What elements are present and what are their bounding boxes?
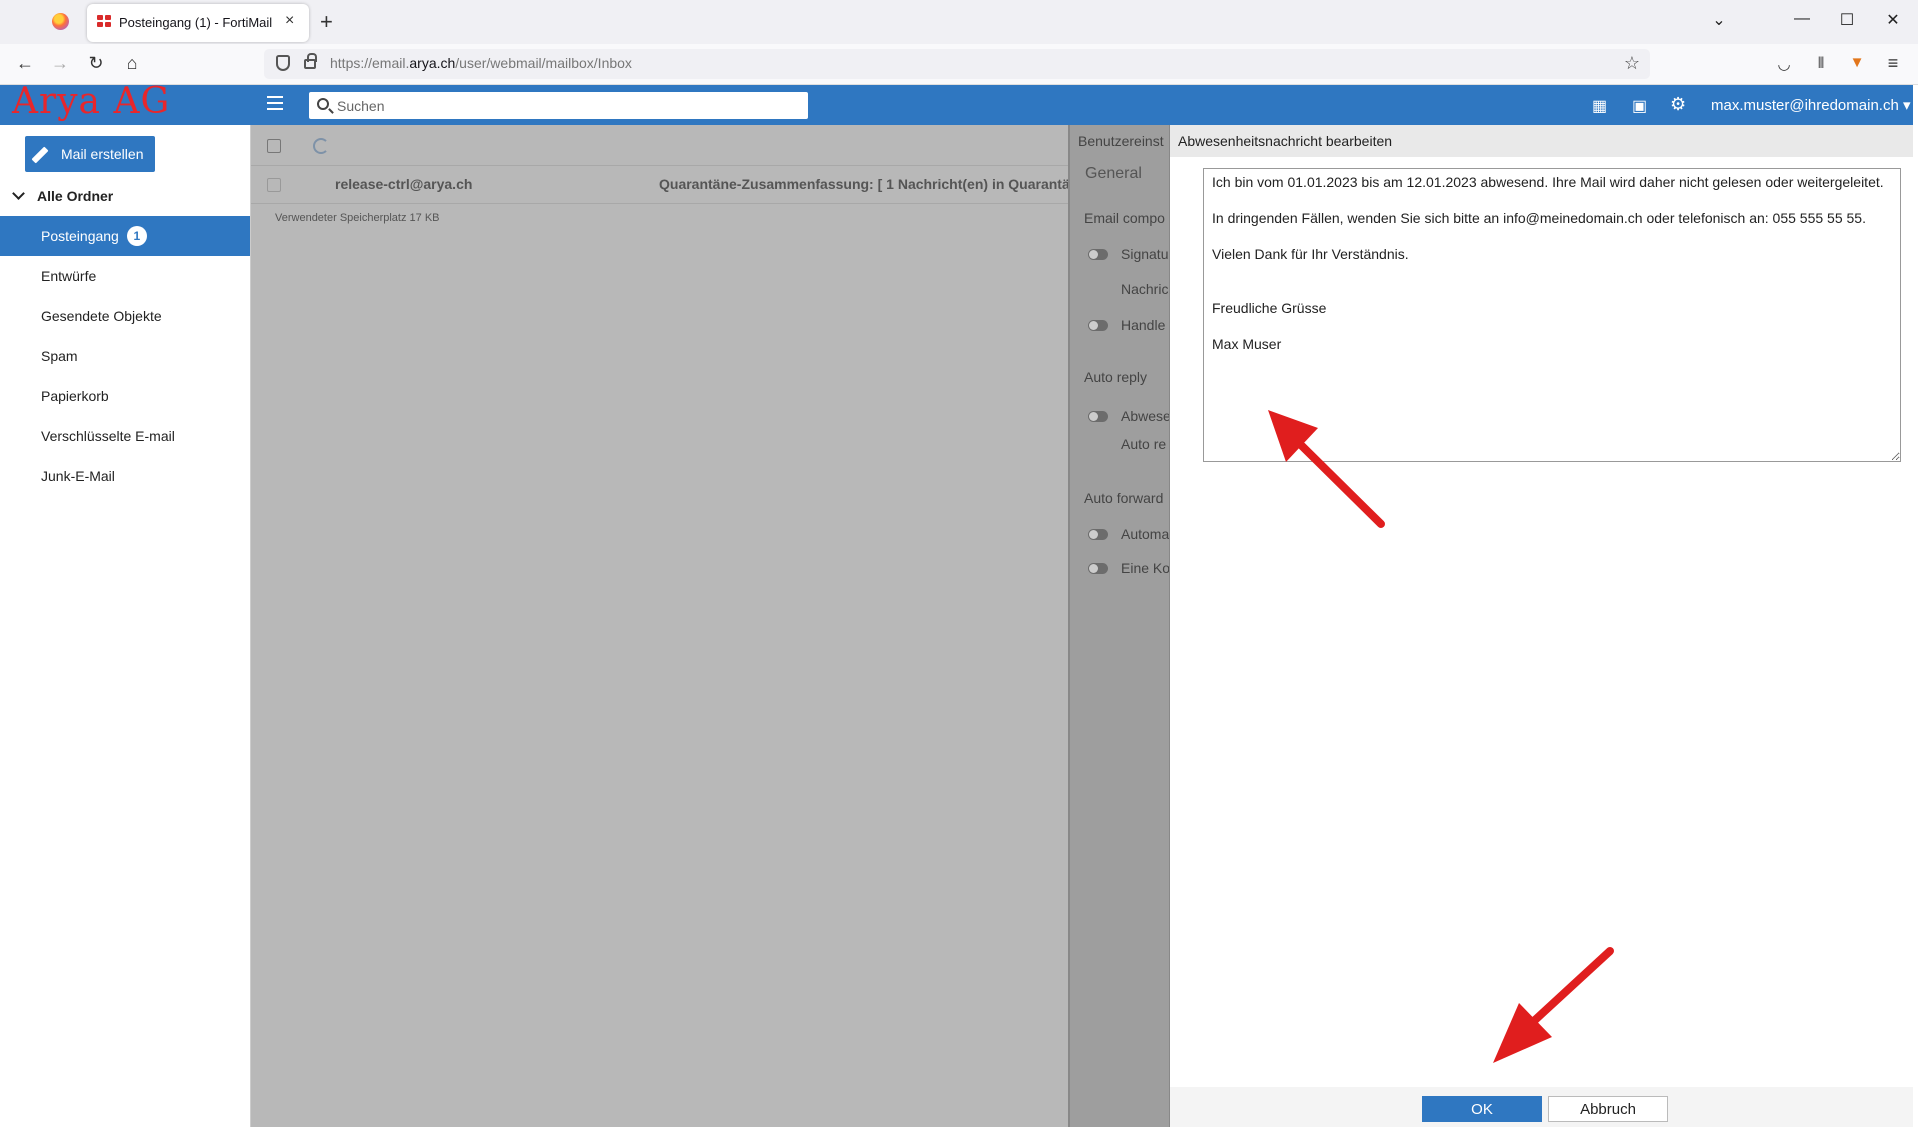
- arya-logo: Arya AG: [12, 81, 171, 122]
- storage-usage: Verwendeter Speicherplatz 17 KB: [275, 212, 440, 224]
- chevron-down-icon: [12, 187, 25, 200]
- pocket-icon[interactable]: ◡: [1773, 55, 1795, 73]
- section-email-compose: Email compo: [1084, 210, 1165, 226]
- firefox-icon: [52, 13, 69, 30]
- nachricht-label: Nachric: [1121, 281, 1169, 297]
- refresh-icon[interactable]: [313, 138, 329, 154]
- dialog-title: Abwesenheitsnachricht bearbeiten: [1178, 133, 1393, 149]
- window-edge: [1913, 85, 1918, 1127]
- browser-tab-active[interactable]: Posteingang (1) - FortiMail ×: [87, 4, 309, 42]
- handle-toggle[interactable]: [1088, 320, 1108, 331]
- user-menu[interactable]: max.muster@ihredomain.ch ▾: [1711, 96, 1911, 114]
- dialog-header: Abwesenheitsnachricht bearbeiten: [1170, 125, 1918, 157]
- url-bar[interactable]: https://email.arya.ch/user/webmail/mailb…: [264, 49, 1650, 79]
- folder-label: Verschlüsselte E-mail: [41, 428, 175, 444]
- back-icon[interactable]: ←: [14, 53, 36, 74]
- sidebar: Mail erstellen Alle Ordner Posteingang 1 …: [0, 125, 250, 1127]
- folder-label: Gesendete Objekte: [41, 308, 162, 324]
- out-of-office-message-textarea[interactable]: Ich bin vom 01.01.2023 bis am 12.01.2023…: [1203, 168, 1901, 462]
- metamask-fox-icon[interactable]: ▼: [1846, 54, 1868, 71]
- ok-button[interactable]: OK: [1422, 1096, 1542, 1122]
- tab-general[interactable]: General: [1085, 165, 1142, 183]
- compose-label: Mail erstellen: [61, 146, 144, 162]
- abwesend-label: Abwese: [1121, 408, 1169, 424]
- message-sender: release-ctrl@arya.ch: [335, 176, 473, 192]
- message-subject: Quarantäne-Zusammenfassung: [ 1 Nachrich…: [659, 176, 1098, 192]
- eine-kopie-toggle[interactable]: [1088, 563, 1108, 574]
- mail-list-panel: release-ctrl@arya.ch Quarantäne-Zusammen…: [251, 125, 1098, 1127]
- folder-label: Entwürfe: [41, 268, 97, 284]
- unread-badge: 1: [126, 226, 147, 246]
- sidebar-item-posteingang[interactable]: Posteingang 1: [0, 216, 250, 256]
- sidebar-item-entwuerfe[interactable]: Entwürfe: [0, 256, 250, 296]
- new-tab-button[interactable]: +: [320, 9, 333, 35]
- window-close-icon[interactable]: ✕: [1882, 10, 1904, 30]
- tab-list-chevron-icon[interactable]: ⌄: [1708, 10, 1730, 30]
- tab-title: Posteingang (1) - FortiMail: [119, 15, 273, 30]
- all-folders-toggle[interactable]: Alle Ordner: [12, 187, 113, 204]
- fortimail-favicon-icon: [97, 15, 113, 29]
- search-box[interactable]: [309, 92, 808, 119]
- calendar-icon[interactable]: ▦: [1592, 96, 1607, 116]
- tab-close-icon[interactable]: ×: [285, 12, 294, 30]
- hamburger-icon[interactable]: [267, 96, 283, 110]
- settings-title: Benutzereinst: [1078, 133, 1164, 149]
- sidebar-item-papierkorb[interactable]: Papierkorb: [0, 376, 250, 416]
- abwesend-toggle[interactable]: [1088, 411, 1108, 422]
- section-auto-reply: Auto reply: [1084, 369, 1148, 385]
- cancel-button[interactable]: Abbruch: [1548, 1096, 1668, 1122]
- sidebar-item-spam[interactable]: Spam: [0, 336, 250, 376]
- settings-panel: Benutzereinst General Email compo Signat…: [1068, 125, 1169, 1127]
- sidebar-item-gesendete-objekte[interactable]: Gesendete Objekte: [0, 296, 250, 336]
- folder-label: Spam: [41, 348, 78, 364]
- maximize-icon[interactable]: ☐: [1836, 10, 1858, 30]
- bookmark-star-icon[interactable]: ☆: [1624, 53, 1640, 74]
- sidebar-item-junk-email[interactable]: Junk-E-Mail: [0, 456, 250, 496]
- browser-nav-bar: ← → ↻ ⌂ https://email.arya.ch/user/webma…: [0, 44, 1918, 85]
- contacts-icon[interactable]: ▣: [1632, 96, 1647, 116]
- auto-forward-toggle[interactable]: [1088, 529, 1108, 540]
- out-of-office-dialog: Abwesenheitsnachricht bearbeiten Ich bin…: [1169, 125, 1918, 1127]
- shield-icon[interactable]: [276, 55, 290, 71]
- compose-mail-button[interactable]: Mail erstellen: [25, 136, 155, 172]
- table-row[interactable]: release-ctrl@arya.ch Quarantäne-Zusammen…: [251, 166, 1098, 204]
- url-text[interactable]: https://email.arya.ch/user/webmail/mailb…: [330, 55, 632, 71]
- signature-toggle[interactable]: [1088, 249, 1108, 260]
- search-icon: [317, 98, 329, 110]
- search-input[interactable]: [337, 92, 797, 119]
- forward-icon[interactable]: →: [49, 53, 71, 74]
- auto-forward-label: Automa: [1121, 526, 1169, 542]
- dialog-footer: OK Abbruch: [1170, 1087, 1918, 1127]
- section-auto-forward: Auto forward: [1084, 490, 1164, 506]
- browser-tab-bar: Posteingang (1) - FortiMail × + ⌄ — ☐ ✕: [0, 0, 1918, 44]
- row-checkbox[interactable]: [267, 178, 281, 192]
- reload-icon[interactable]: ↻: [85, 53, 107, 74]
- gear-icon[interactable]: ⚙: [1670, 94, 1686, 115]
- eine-kopie-label: Eine Ko: [1121, 560, 1169, 576]
- library-icon[interactable]: ⫴: [1810, 55, 1832, 72]
- select-all-checkbox[interactable]: [267, 139, 281, 153]
- home-icon[interactable]: ⌂: [121, 53, 143, 74]
- minimize-icon[interactable]: —: [1791, 10, 1813, 28]
- menu-icon[interactable]: ≡: [1882, 53, 1904, 74]
- pencil-icon: [31, 146, 49, 164]
- folder-label: Posteingang: [41, 228, 119, 244]
- app-header: Arya AG ▦ ▣ ⚙ max.muster@ihredomain.ch ▾: [0, 81, 1918, 125]
- auto-reply-label: Auto re: [1121, 436, 1167, 452]
- signature-label: Signatu: [1121, 246, 1169, 262]
- handle-label: Handle: [1121, 317, 1166, 333]
- folder-label: Papierkorb: [41, 388, 109, 404]
- lock-icon[interactable]: [304, 53, 317, 69]
- sidebar-item-verschluesselte-email[interactable]: Verschlüsselte E-mail: [0, 416, 250, 456]
- folder-label: Junk-E-Mail: [41, 468, 115, 484]
